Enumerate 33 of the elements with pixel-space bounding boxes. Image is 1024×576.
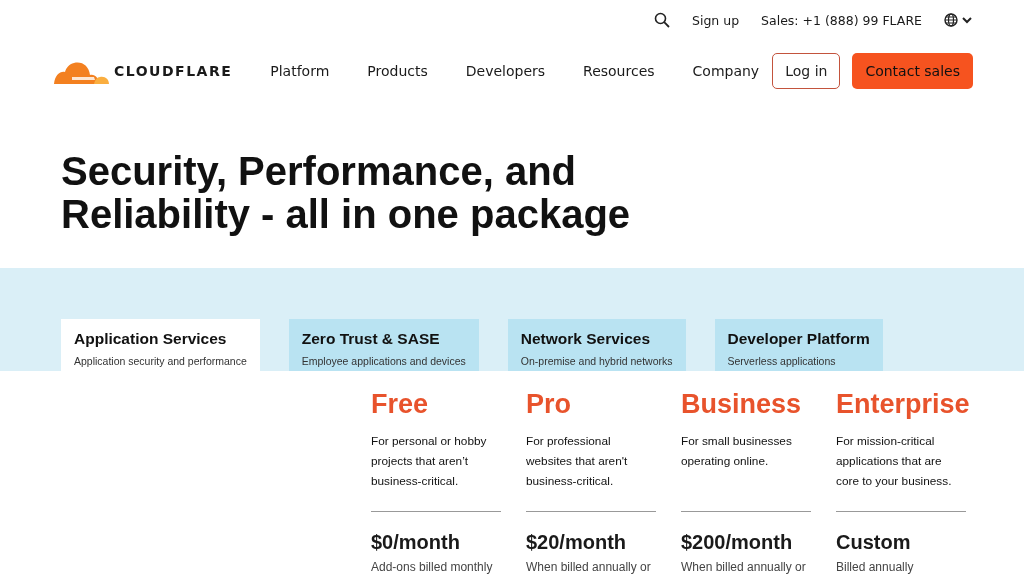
- sign-up-link[interactable]: Sign up: [692, 12, 740, 28]
- nav-menu-item[interactable]: Developers: [465, 63, 546, 79]
- plan-price: $20/month: [526, 531, 628, 554]
- plan-description: For mission-critical applications that are core to your business.: [836, 433, 953, 490]
- category-tab[interactable]: Network Services On-premise and hybrid networks: [507, 319, 686, 371]
- globe-icon[interactable]: [944, 13, 974, 27]
- billing-note: When billed annually or: [526, 560, 652, 574]
- billing-note: Billed annually: [836, 560, 915, 574]
- category-tab[interactable]: Zero Trust & SASE Employee applications and devices: [288, 319, 479, 371]
- plan-name: Enterprise: [836, 389, 970, 420]
- contact-sales-button[interactable]: Contact sales: [852, 53, 973, 89]
- category-tab[interactable]: Developer Platform Serverless applications: [714, 319, 883, 371]
- plan-price: $200/month: [681, 531, 794, 554]
- login-button[interactable]: Log in: [772, 53, 841, 89]
- plan-name: Pro: [526, 389, 571, 420]
- search-icon[interactable]: [654, 12, 670, 28]
- plan-price: $0/month: [371, 531, 461, 554]
- plan-description: For small businesses operating online.: [681, 433, 793, 470]
- plan-description: For personal or hobby projects that aren’t business-critical.: [371, 433, 488, 490]
- plan-name: Free: [371, 389, 429, 420]
- plan-description: For professional websites that aren't business-critical.: [526, 433, 629, 490]
- nav-menu-item[interactable]: Resources: [583, 63, 655, 79]
- nav-menu-item[interactable]: Company: [692, 63, 760, 79]
- billing-note: Add-ons billed monthly: [371, 560, 494, 574]
- sales-phone-link[interactable]: Sales: +1 (888) 99 FLARE: [761, 12, 922, 28]
- billing-note: When billed annually or: [681, 560, 807, 574]
- nav-menu-item[interactable]: Platform: [270, 63, 330, 79]
- plan-price: Custom: [836, 531, 912, 554]
- brand-wordmark[interactable]: CLOUDFLARE: [114, 63, 233, 79]
- plan-name: Business: [681, 389, 802, 420]
- page-headline: Security, Performance, and Reliability - all in one package: [61, 150, 632, 236]
- nav-menu-item[interactable]: Products: [367, 63, 428, 79]
- category-tab[interactable]: Application Services Application security and performance: [61, 319, 260, 371]
